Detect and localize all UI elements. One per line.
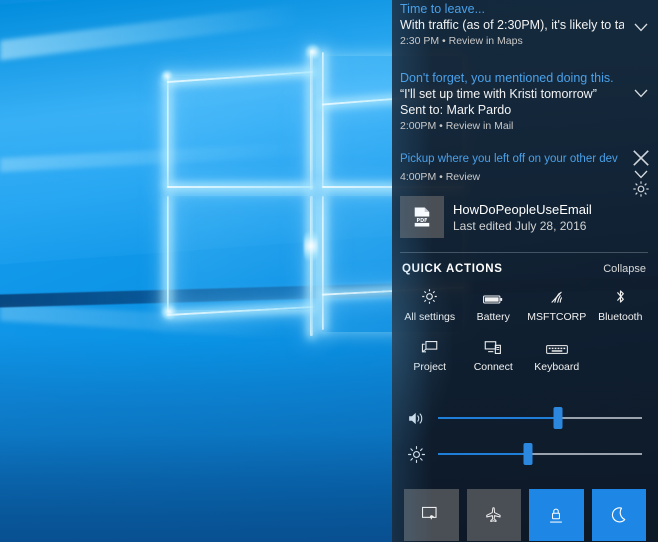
rotation-lock-icon: [529, 489, 584, 541]
volume-slider-row: [392, 401, 658, 435]
quick-action-label: Keyboard: [534, 361, 580, 373]
wallpaper-glow-point: [161, 70, 173, 82]
notification-body: With traffic (as of 2:30PM), it's likely…: [400, 18, 624, 32]
airplane-icon: [466, 489, 521, 541]
wallpaper-pane-bottom-left: [168, 196, 316, 310]
quick-actions-label: QUICK ACTIONS: [402, 263, 503, 275]
quick-action-keyboard[interactable]: Keyboard: [525, 337, 589, 373]
tile-airplane-mode[interactable]: Airplane mode: [466, 489, 521, 542]
quick-actions-empty-cell: [589, 337, 653, 373]
wallpaper-glow-point: [305, 44, 321, 60]
keyboard-icon: [545, 337, 568, 355]
wallpaper-glow-point: [161, 304, 177, 320]
brightness-slider[interactable]: [438, 443, 642, 465]
notification-meta: 2:00PM • Review in Mail: [400, 120, 514, 132]
notification-body: “I'll set up time with Kristi tomorrow”: [400, 87, 597, 101]
wallpaper-frame-edge: [167, 196, 169, 312]
wifi-icon: [548, 287, 566, 305]
pdf-document-icon: PDF: [400, 196, 444, 238]
wallpaper-frame-edge: [322, 52, 324, 188]
quick-action-project[interactable]: Project: [398, 337, 462, 373]
svg-text:PDF: PDF: [417, 218, 428, 224]
quick-action-label: All settings: [404, 311, 456, 323]
quick-action-battery[interactable]: Battery: [462, 287, 526, 323]
quick-action-bluetooth[interactable]: Bluetooth: [589, 287, 653, 323]
quick-action-connect[interactable]: Connect: [462, 337, 526, 373]
quick-action-wifi-msftcorp[interactable]: MSFTCORP: [525, 287, 589, 323]
notification-title: Pickup where you left off on your other …: [400, 153, 618, 165]
notification-dont-forget[interactable]: Don't forget, you mentioned doing this. …: [392, 58, 658, 143]
tile-quiet-hours[interactable]: Quiet hours: [591, 489, 646, 542]
quick-action-all-settings[interactable]: All settings: [398, 287, 462, 323]
notification-pickup-where-you-left-off[interactable]: Pickup where you left off on your other …: [392, 143, 658, 197]
gear-icon[interactable]: [632, 180, 650, 198]
chevron-down-icon[interactable]: [632, 84, 650, 102]
notification-time-to-leave[interactable]: Time to leave... With traffic (as of 2:3…: [392, 0, 658, 58]
speaker-icon: [406, 408, 426, 428]
wallpaper-frame-edge: [322, 196, 324, 330]
connect-device-icon: [484, 337, 502, 355]
wallpaper-frame-edge: [167, 186, 313, 188]
wallpaper-pane-top-left: [168, 76, 316, 186]
quick-action-tiles: Tablet mode Airplane mode Rotation lock: [392, 483, 658, 542]
wallpaper-frame-edge: [167, 76, 169, 188]
quick-actions-header: QUICK ACTIONS Collapse: [392, 253, 658, 275]
action-center-panel: Time to leave... With traffic (as of 2:3…: [392, 0, 658, 542]
brightness-icon: [406, 444, 426, 464]
quick-action-label: Project: [413, 361, 447, 373]
brightness-slider-row: [392, 437, 658, 471]
quick-action-label: MSFTCORP: [527, 311, 587, 323]
collapse-button[interactable]: Collapse: [603, 263, 646, 275]
quick-action-label: Bluetooth: [598, 311, 643, 323]
tile-tablet-mode[interactable]: Tablet mode: [404, 489, 459, 542]
tablet-mode-icon: [404, 489, 459, 541]
brightness-slider-thumb[interactable]: [523, 443, 533, 465]
brightness-slider-fill: [438, 453, 528, 455]
document-name: HowDoPeopleUseEmail: [453, 201, 592, 217]
bluetooth-icon: [614, 287, 627, 305]
pickup-document-meta: HowDoPeopleUseEmail Last edited July 28,…: [453, 201, 592, 234]
battery-icon: [483, 287, 503, 305]
wallpaper-glow-point: [304, 226, 318, 266]
notification-meta: 2:30 PM • Review in Maps: [400, 35, 523, 47]
notification-meta: 4:00PM • Review: [400, 171, 481, 183]
document-last-edited: Last edited July 28, 2016: [453, 218, 587, 233]
quick-action-label: Battery: [476, 311, 510, 323]
pickup-document-row[interactable]: PDF HowDoPeopleUseEmail Last edited July…: [392, 194, 658, 238]
notification-title: Time to leave...: [400, 2, 485, 16]
quick-action-label: Connect: [473, 361, 513, 373]
gear-icon: [421, 287, 438, 305]
volume-slider[interactable]: [438, 407, 642, 429]
project-screen-icon: [421, 337, 439, 355]
notification-body-2: Sent to: Mark Pardo: [400, 103, 512, 117]
notification-title: Don't forget, you mentioned doing this.: [400, 71, 614, 85]
wallpaper-frame-edge: [310, 196, 313, 336]
volume-slider-fill: [438, 417, 559, 419]
volume-slider-thumb[interactable]: [553, 407, 563, 429]
chevron-down-icon[interactable]: [632, 18, 650, 36]
moon-icon: [591, 489, 646, 541]
tile-rotation-lock[interactable]: Rotation lock: [529, 489, 584, 542]
quick-actions-grid: All settings Battery MSFTCORP Bluetooth …: [392, 275, 658, 373]
